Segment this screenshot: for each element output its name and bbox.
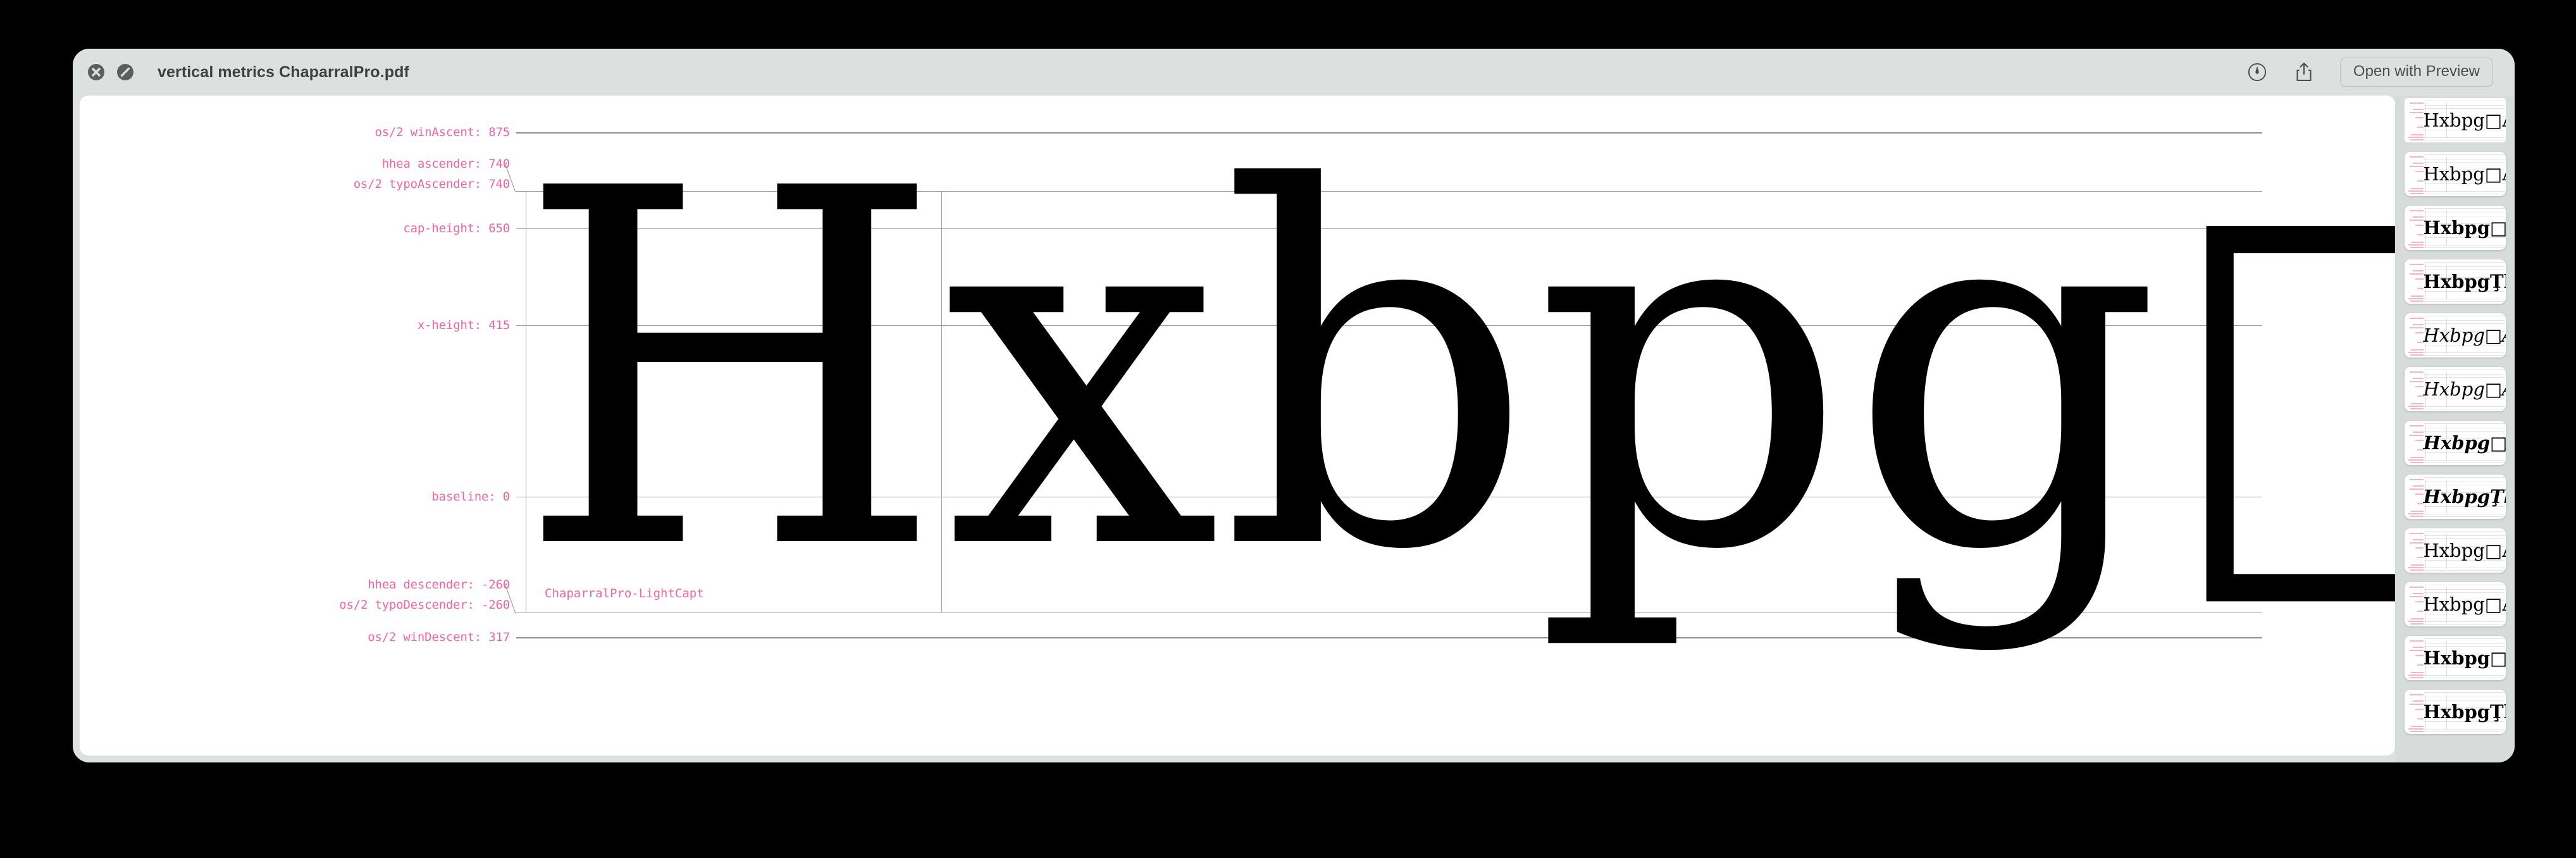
titlebar-left-controls: vertical metrics ChaparralPro.pdf (87, 63, 409, 82)
thumbnail-page-12[interactable]: HxbpgŢhÅ (2404, 690, 2506, 734)
thumbnail-specimen-text: Hxbpg□Å (2423, 593, 2506, 615)
thumbnail-page-9[interactable]: Hxbpg□Å (2404, 528, 2506, 573)
pdf-page-canvas: os/2 winAscent: 875 hhea ascender: 740 o… (80, 96, 2395, 755)
markup-pen-icon[interactable] (2246, 61, 2268, 84)
thumbnail-specimen-text: Hxbpg□Å (2423, 163, 2506, 185)
desktop-background: vertical metrics ChaparralPro.pdf Open w… (0, 0, 2576, 858)
thumbnail-page-3[interactable]: Hxbpg□Å (2404, 206, 2506, 250)
metric-label-column: os/2 winAscent: 875 hhea ascender: 740 o… (80, 96, 510, 755)
page-thumbnail-sidebar[interactable]: Hxbpg□Å Hxbpg□Å (2395, 96, 2515, 762)
close-circle-icon[interactable] (87, 63, 106, 82)
thumbnail-specimen-text: Hxbpg□Å (2423, 539, 2506, 561)
open-with-preview-button[interactable]: Open with Preview (2339, 58, 2493, 87)
metric-label-hhea-ascender: hhea ascender: 740 (381, 157, 511, 171)
thumbnail-page-8[interactable]: HxbpgŢhÍ (2404, 475, 2506, 519)
thumbnail-page-5[interactable]: Hxbpg□Å (2404, 313, 2506, 358)
window-title: vertical metrics ChaparralPro.pdf (158, 63, 409, 81)
thumbnail-specimen-text: HxbpgŢhÍ (2423, 485, 2506, 507)
window-titlebar: vertical metrics ChaparralPro.pdf Open w… (73, 49, 2515, 96)
thumbnail-specimen-text: Hxbpg□Å (2423, 216, 2506, 239)
metric-label-cap-height: cap-height: 650 (403, 221, 510, 235)
thumbnail-page-6[interactable]: Hxbpg□Å (2404, 367, 2506, 411)
no-entry-circle-icon[interactable] (116, 63, 135, 82)
thumbnail-specimen-text: Hxbpg□Å (2423, 432, 2506, 454)
thumbnail-specimen-text: HxbpgŢhÅ (2423, 700, 2506, 723)
quicklook-window: vertical metrics ChaparralPro.pdf Open w… (73, 49, 2515, 762)
thumbnail-specimen-text: Hxbpg□Å (2423, 324, 2506, 346)
thumbnail-page-1[interactable]: Hxbpg□Å (2404, 98, 2506, 142)
metric-label-typo-descender: os/2 typoDescender: -260 (339, 598, 510, 612)
share-icon[interactable] (2293, 61, 2315, 84)
thumbnail-specimen-text: Hxbpg□Å (2423, 378, 2506, 400)
glyph-specimen: Hxbpg□Å (516, 96, 2395, 657)
metric-label-baseline: baseline: 0 (431, 490, 510, 504)
metric-label-win-ascent: os/2 winAscent: 875 (375, 125, 510, 139)
metric-label-hhea-descender: hhea descender: -260 (368, 578, 510, 592)
metric-label-win-descent: os/2 winDescent: 317 (368, 630, 510, 644)
metric-label-x-height: x-height: 415 (417, 318, 510, 332)
thumbnail-page-11[interactable]: Hxbpg□Å (2404, 636, 2506, 680)
metric-label-typo-ascender: os/2 typoAscender: 740 (353, 177, 510, 191)
thumbnail-specimen-text: Hxbpg□Å (2423, 109, 2506, 131)
titlebar-right-controls: Open with Preview (2246, 58, 2499, 87)
thumbnail-page-7[interactable]: Hxbpg□Å (2404, 421, 2506, 465)
thumbnail-specimen-text: Hxbpg□Å (2423, 647, 2506, 669)
thumbnail-page-10[interactable]: Hxbpg□Å (2404, 582, 2506, 626)
thumbnail-page-4[interactable]: HxbpgŢhÅ (2404, 259, 2506, 304)
thumbnail-specimen-text: HxbpgŢhÅ (2423, 270, 2506, 292)
thumbnail-page-2[interactable]: Hxbpg□Å (2404, 152, 2506, 196)
font-name-caption: ChaparralPro-LightCapt (545, 587, 704, 600)
